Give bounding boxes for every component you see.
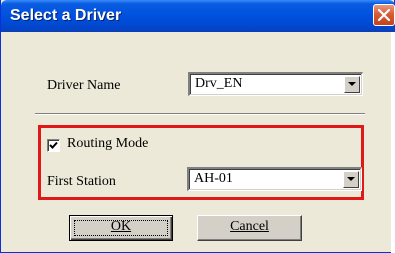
first-station-dropdown-button[interactable] <box>343 171 359 188</box>
routing-mode-label[interactable]: Routing Mode <box>67 136 148 152</box>
first-station-label: First Station <box>47 174 116 189</box>
close-button[interactable] <box>373 4 395 26</box>
routing-mode-checkbox[interactable] <box>47 139 60 152</box>
first-station-value: AH-01 <box>194 171 233 186</box>
focus-rectangle <box>74 220 168 236</box>
checkmark-icon <box>49 141 58 149</box>
chevron-down-icon <box>347 177 355 181</box>
driver-name-dropdown-button[interactable] <box>344 76 360 93</box>
cancel-button[interactable]: Cancel <box>197 215 302 241</box>
window-edge <box>391 32 395 253</box>
ok-button[interactable]: OK <box>69 215 173 241</box>
first-station-select[interactable]: AH-01 <box>187 167 362 191</box>
select-driver-dialog: Select a Driver Driver Name Drv_EN Routi… <box>0 0 395 253</box>
close-icon <box>378 9 390 21</box>
cancel-button-label: Cancel <box>230 219 269 234</box>
chevron-down-icon <box>348 82 356 86</box>
driver-name-select[interactable]: Drv_EN <box>188 72 363 96</box>
title-bar[interactable]: Select a Driver <box>1 0 395 32</box>
driver-name-label: Driver Name <box>47 78 121 93</box>
driver-name-value: Drv_EN <box>195 76 243 91</box>
dialog-title: Select a Driver <box>10 7 122 24</box>
separator <box>35 113 365 115</box>
